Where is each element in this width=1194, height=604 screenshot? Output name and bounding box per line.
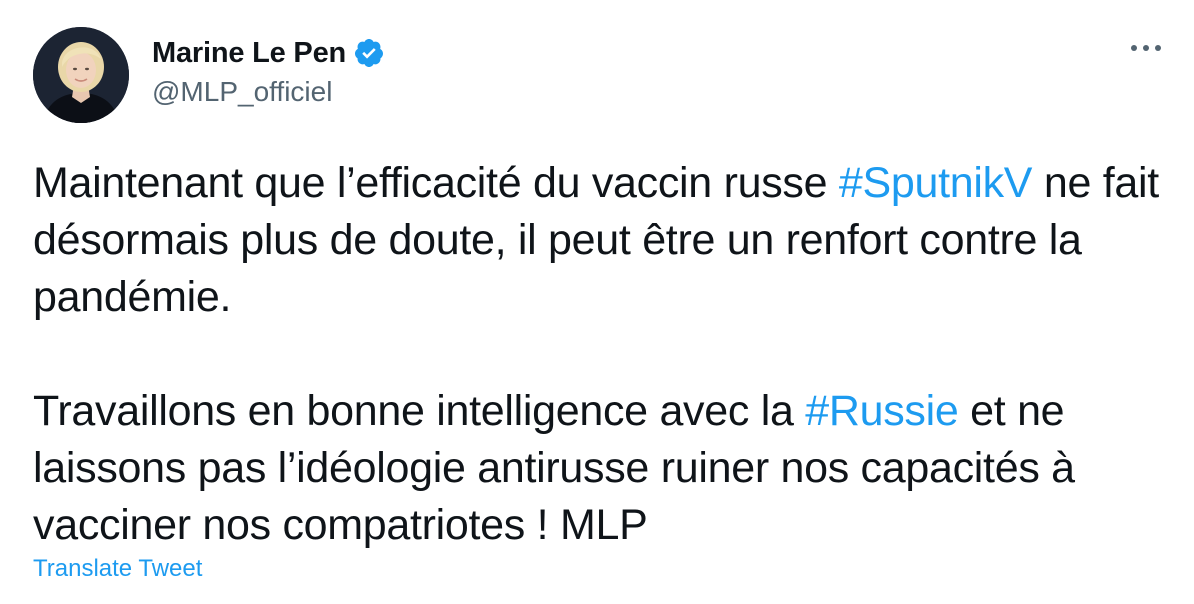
profile-photo-icon xyxy=(33,27,129,123)
tweet-text: Maintenant que l’efficacité du vaccin ru… xyxy=(33,155,1173,554)
avatar[interactable] xyxy=(33,27,129,123)
more-horizontal-icon xyxy=(1131,45,1161,51)
hashtag-link[interactable]: #SputnikV xyxy=(839,159,1033,207)
user-handle[interactable]: @MLP_officiel xyxy=(152,76,385,108)
name-row: Marine Le Pen xyxy=(152,34,385,72)
tweet-card: Marine Le Pen @MLP_officiel Maintenant q… xyxy=(0,0,1194,604)
more-options-button[interactable] xyxy=(1126,36,1166,60)
translate-tweet-link[interactable]: Translate Tweet xyxy=(33,555,202,583)
hashtag-link[interactable]: #Russie xyxy=(805,387,959,435)
verified-badge-icon xyxy=(353,37,385,69)
tweet-paragraph-2: Travaillons en bonne intelligence avec l… xyxy=(33,383,1173,554)
display-name[interactable]: Marine Le Pen xyxy=(152,37,346,70)
text-segment: Travaillons en bonne intelligence avec l… xyxy=(33,387,806,435)
tweet-header: Marine Le Pen @MLP_officiel xyxy=(152,34,385,108)
tweet-paragraph-1: Maintenant que l’efficacité du vaccin ru… xyxy=(33,155,1173,326)
text-segment: Maintenant que l’efficacité du vaccin ru… xyxy=(33,159,839,207)
